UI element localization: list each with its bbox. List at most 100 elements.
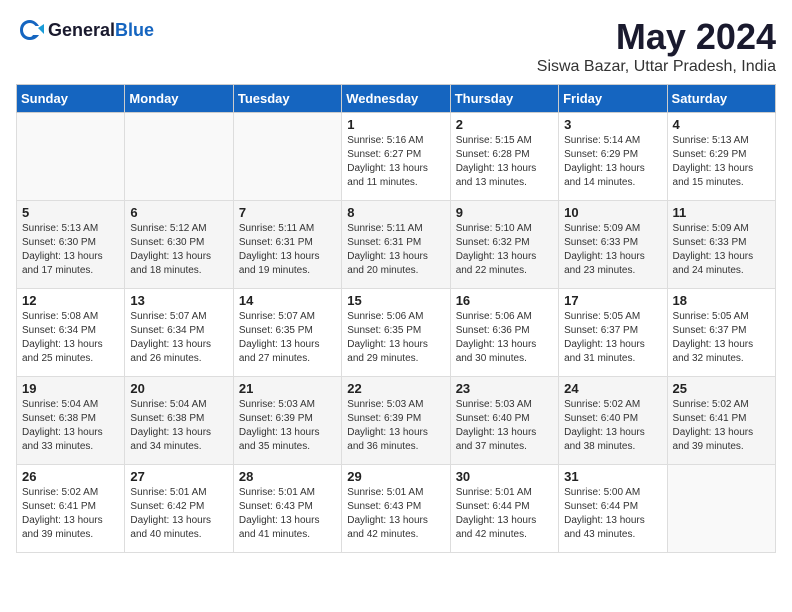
logo: GeneralBlue bbox=[16, 16, 154, 44]
calendar-cell: 22Sunrise: 5:03 AM Sunset: 6:39 PM Dayli… bbox=[342, 377, 450, 465]
day-number: 27 bbox=[130, 469, 227, 484]
day-number: 29 bbox=[347, 469, 444, 484]
calendar-cell: 11 Sunrise: 5:09 AM Sunset: 6:33 PM Dayli… bbox=[667, 201, 775, 289]
cell-content: Sunrise: 5:02 AM Sunset: 6:41 PM Dayligh… bbox=[673, 398, 770, 454]
cell-content: Sunrise: 5:09 AM Sunset: 6:33 PM Dayligh… bbox=[564, 222, 661, 278]
calendar-cell: 20 Sunrise: 5:04 AM Sunset: 6:38 PM Dayli… bbox=[125, 377, 233, 465]
calendar-cell: 27 Sunrise: 5:01 AM Sunset: 6:42 PM Dayli… bbox=[125, 465, 233, 553]
day-number: 9 bbox=[456, 205, 553, 220]
calendar-cell: 25 Sunrise: 5:02 AM Sunset: 6:41 PM Dayli… bbox=[667, 377, 775, 465]
day-number: 6 bbox=[130, 205, 227, 220]
calendar-cell: 17Sunrise: 5:05 AM Sunset: 6:37 PM Dayli… bbox=[559, 289, 667, 377]
day-number: 30 bbox=[456, 469, 553, 484]
calendar-cell: 31 Sunrise: 5:00 AM Sunset: 6:44 PM Dayli… bbox=[559, 465, 667, 553]
cell-content: Sunrise: 5:04 AM Sunset: 6:38 PM Dayligh… bbox=[22, 398, 119, 454]
calendar-week-row: 12Sunrise: 5:08 AM Sunset: 6:34 PM Dayli… bbox=[17, 289, 776, 377]
cell-content: Sunrise: 5:07 AM Sunset: 6:34 PM Dayligh… bbox=[130, 310, 227, 366]
cell-content: Sunrise: 5:00 AM Sunset: 6:44 PM Dayligh… bbox=[564, 486, 661, 542]
subtitle: Siswa Bazar, Uttar Pradesh, India bbox=[537, 58, 776, 76]
cell-content: Sunrise: 5:06 AM Sunset: 6:36 PM Dayligh… bbox=[456, 310, 553, 366]
calendar-cell bbox=[125, 113, 233, 201]
day-number: 1 bbox=[347, 117, 444, 132]
day-number: 3 bbox=[564, 117, 661, 132]
weekday-header-wednesday: Wednesday bbox=[342, 85, 450, 113]
calendar-cell: 28 Sunrise: 5:01 AM Sunset: 6:43 PM Dayli… bbox=[233, 465, 341, 553]
day-number: 11 bbox=[673, 205, 770, 220]
day-number: 14 bbox=[239, 293, 336, 308]
main-title: May 2024 bbox=[537, 16, 776, 58]
day-number: 25 bbox=[673, 381, 770, 396]
calendar-cell: 8Sunrise: 5:11 AM Sunset: 6:31 PM Daylig… bbox=[342, 201, 450, 289]
calendar-week-row: 5Sunrise: 5:13 AM Sunset: 6:30 PM Daylig… bbox=[17, 201, 776, 289]
logo-general: General bbox=[48, 20, 115, 40]
day-number: 20 bbox=[130, 381, 227, 396]
calendar-cell: 16 Sunrise: 5:06 AM Sunset: 6:36 PM Dayli… bbox=[450, 289, 558, 377]
cell-content: Sunrise: 5:03 AM Sunset: 6:39 PM Dayligh… bbox=[239, 398, 336, 454]
calendar-cell: 15 Sunrise: 5:06 AM Sunset: 6:35 PM Dayli… bbox=[342, 289, 450, 377]
logo-text: GeneralBlue bbox=[48, 20, 154, 41]
cell-content: Sunrise: 5:14 AM Sunset: 6:29 PM Dayligh… bbox=[564, 134, 661, 190]
calendar-week-row: 19 Sunrise: 5:04 AM Sunset: 6:38 PM Dayli… bbox=[17, 377, 776, 465]
cell-content: Sunrise: 5:06 AM Sunset: 6:35 PM Dayligh… bbox=[347, 310, 444, 366]
calendar-week-row: 1 Sunrise: 5:16 AM Sunset: 6:27 PM Daylig… bbox=[17, 113, 776, 201]
day-number: 7 bbox=[239, 205, 336, 220]
day-number: 2 bbox=[456, 117, 553, 132]
cell-content: Sunrise: 5:08 AM Sunset: 6:34 PM Dayligh… bbox=[22, 310, 119, 366]
day-number: 16 bbox=[456, 293, 553, 308]
cell-content: Sunrise: 5:16 AM Sunset: 6:27 PM Dayligh… bbox=[347, 134, 444, 190]
calendar-cell: 1 Sunrise: 5:16 AM Sunset: 6:27 PM Daylig… bbox=[342, 113, 450, 201]
cell-content: Sunrise: 5:09 AM Sunset: 6:33 PM Dayligh… bbox=[673, 222, 770, 278]
weekday-header-friday: Friday bbox=[559, 85, 667, 113]
calendar-table: SundayMondayTuesdayWednesdayThursdayFrid… bbox=[16, 84, 776, 553]
day-number: 4 bbox=[673, 117, 770, 132]
calendar-cell: 29 Sunrise: 5:01 AM Sunset: 6:43 PM Dayli… bbox=[342, 465, 450, 553]
calendar-cell: 24 Sunrise: 5:02 AM Sunset: 6:40 PM Dayli… bbox=[559, 377, 667, 465]
calendar-cell: 21Sunrise: 5:03 AM Sunset: 6:39 PM Dayli… bbox=[233, 377, 341, 465]
day-number: 10 bbox=[564, 205, 661, 220]
calendar-cell: 14 Sunrise: 5:07 AM Sunset: 6:35 PM Dayli… bbox=[233, 289, 341, 377]
day-number: 18 bbox=[673, 293, 770, 308]
weekday-header-thursday: Thursday bbox=[450, 85, 558, 113]
cell-content: Sunrise: 5:01 AM Sunset: 6:43 PM Dayligh… bbox=[239, 486, 336, 542]
page-header: GeneralBlue May 2024 Siswa Bazar, Uttar … bbox=[16, 16, 776, 76]
calendar-cell: 13 Sunrise: 5:07 AM Sunset: 6:34 PM Dayli… bbox=[125, 289, 233, 377]
calendar-cell bbox=[17, 113, 125, 201]
day-number: 15 bbox=[347, 293, 444, 308]
day-number: 31 bbox=[564, 469, 661, 484]
day-number: 24 bbox=[564, 381, 661, 396]
calendar-cell: 18Sunrise: 5:05 AM Sunset: 6:37 PM Dayli… bbox=[667, 289, 775, 377]
calendar-cell: 19 Sunrise: 5:04 AM Sunset: 6:38 PM Dayli… bbox=[17, 377, 125, 465]
cell-content: Sunrise: 5:11 AM Sunset: 6:31 PM Dayligh… bbox=[347, 222, 444, 278]
logo-blue: Blue bbox=[115, 20, 154, 40]
cell-content: Sunrise: 5:01 AM Sunset: 6:43 PM Dayligh… bbox=[347, 486, 444, 542]
calendar-cell: 12Sunrise: 5:08 AM Sunset: 6:34 PM Dayli… bbox=[17, 289, 125, 377]
cell-content: Sunrise: 5:04 AM Sunset: 6:38 PM Dayligh… bbox=[130, 398, 227, 454]
day-number: 13 bbox=[130, 293, 227, 308]
cell-content: Sunrise: 5:03 AM Sunset: 6:39 PM Dayligh… bbox=[347, 398, 444, 454]
calendar-cell: 4Sunrise: 5:13 AM Sunset: 6:29 PM Daylig… bbox=[667, 113, 775, 201]
calendar-cell bbox=[667, 465, 775, 553]
cell-content: Sunrise: 5:13 AM Sunset: 6:30 PM Dayligh… bbox=[22, 222, 119, 278]
cell-content: Sunrise: 5:07 AM Sunset: 6:35 PM Dayligh… bbox=[239, 310, 336, 366]
weekday-header-saturday: Saturday bbox=[667, 85, 775, 113]
calendar-cell: 30 Sunrise: 5:01 AM Sunset: 6:44 PM Dayli… bbox=[450, 465, 558, 553]
cell-content: Sunrise: 5:01 AM Sunset: 6:42 PM Dayligh… bbox=[130, 486, 227, 542]
cell-content: Sunrise: 5:02 AM Sunset: 6:41 PM Dayligh… bbox=[22, 486, 119, 542]
calendar-cell: 7Sunrise: 5:11 AM Sunset: 6:31 PM Daylig… bbox=[233, 201, 341, 289]
calendar-cell: 9Sunrise: 5:10 AM Sunset: 6:32 PM Daylig… bbox=[450, 201, 558, 289]
calendar-week-row: 26Sunrise: 5:02 AM Sunset: 6:41 PM Dayli… bbox=[17, 465, 776, 553]
day-number: 23 bbox=[456, 381, 553, 396]
cell-content: Sunrise: 5:01 AM Sunset: 6:44 PM Dayligh… bbox=[456, 486, 553, 542]
cell-content: Sunrise: 5:02 AM Sunset: 6:40 PM Dayligh… bbox=[564, 398, 661, 454]
calendar-cell: 26Sunrise: 5:02 AM Sunset: 6:41 PM Dayli… bbox=[17, 465, 125, 553]
weekday-header-monday: Monday bbox=[125, 85, 233, 113]
calendar-cell: 23Sunrise: 5:03 AM Sunset: 6:40 PM Dayli… bbox=[450, 377, 558, 465]
cell-content: Sunrise: 5:15 AM Sunset: 6:28 PM Dayligh… bbox=[456, 134, 553, 190]
weekday-header-row: SundayMondayTuesdayWednesdayThursdayFrid… bbox=[17, 85, 776, 113]
day-number: 19 bbox=[22, 381, 119, 396]
weekday-header-sunday: Sunday bbox=[17, 85, 125, 113]
day-number: 17 bbox=[564, 293, 661, 308]
calendar-cell: 10 Sunrise: 5:09 AM Sunset: 6:33 PM Dayli… bbox=[559, 201, 667, 289]
day-number: 28 bbox=[239, 469, 336, 484]
calendar-cell: 6Sunrise: 5:12 AM Sunset: 6:30 PM Daylig… bbox=[125, 201, 233, 289]
